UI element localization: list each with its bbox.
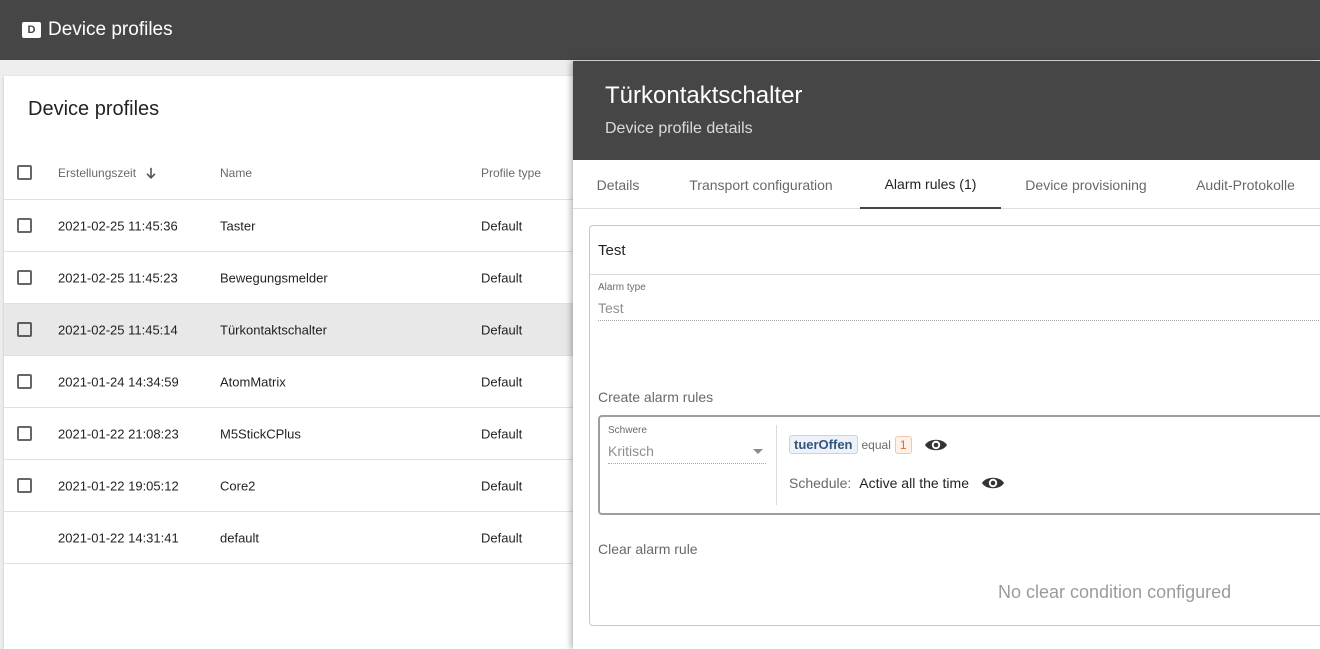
row-checkbox[interactable] xyxy=(17,218,32,233)
row-checkbox[interactable] xyxy=(17,270,32,285)
create-alarm-rules-label: Create alarm rules xyxy=(598,389,714,405)
cell-profile-type: Default xyxy=(481,426,523,441)
header-created-time[interactable]: Erstellungszeit xyxy=(58,165,157,179)
dropdown-arrow-icon[interactable] xyxy=(753,449,763,454)
tab-audit-logs[interactable]: Audit-Protokolle xyxy=(1171,160,1320,209)
row-checkbox[interactable] xyxy=(17,426,32,441)
sort-arrow-down-icon xyxy=(146,167,156,179)
cell-created-time: 2021-01-22 21:08:23 xyxy=(58,426,179,441)
details-panel: Türkontaktschalter Device profile detail… xyxy=(573,61,1320,649)
create-rule-row: Schwere Kritisch tuerOffen equal 1 Sched… xyxy=(598,415,1320,515)
tab-device-provisioning[interactable]: Device provisioning xyxy=(1001,160,1171,209)
cell-created-time: 2021-01-22 19:05:12 xyxy=(58,478,179,493)
device-profiles-list: Device profiles Erstellungszeit Name Pro… xyxy=(4,76,604,649)
cell-name: AtomMatrix xyxy=(220,374,286,389)
condition-value-chip: 1 xyxy=(894,435,912,454)
clear-alarm-rule-label: Clear alarm rule xyxy=(598,541,698,557)
alarm-name[interactable]: Test xyxy=(598,242,626,259)
table-row[interactable]: 2021-01-24 14:34:59 AtomMatrix Default xyxy=(4,356,604,408)
panel-title: Türkontaktschalter xyxy=(605,82,803,109)
cell-profile-type: Default xyxy=(481,478,523,493)
cell-profile-type: Default xyxy=(481,270,523,285)
tab-bar: Details Transport configuration Alarm ru… xyxy=(573,160,1320,209)
rule-schedule: Schedule: Active all the time xyxy=(789,475,1005,491)
schedule-label: Schedule: xyxy=(789,475,852,491)
cell-profile-type: Default xyxy=(481,530,523,545)
tab-alarm-rules[interactable]: Alarm rules (1) xyxy=(860,160,1001,209)
row-checkbox[interactable] xyxy=(17,478,32,493)
tab-transport-configuration[interactable]: Transport configuration xyxy=(663,160,859,209)
cell-name: Core2 xyxy=(220,478,256,493)
divider xyxy=(590,274,1320,275)
row-checkbox[interactable] xyxy=(17,374,32,389)
tab-details[interactable]: Details xyxy=(573,160,663,209)
view-schedule-eye-icon[interactable] xyxy=(981,475,1005,491)
schedule-value: Active all the time xyxy=(859,475,969,491)
cell-name: Bewegungsmelder xyxy=(220,270,328,285)
cell-created-time: 2021-02-25 11:45:36 xyxy=(58,218,178,233)
alarm-type-label: Alarm type xyxy=(598,282,646,293)
alarm-type-input[interactable]: Test xyxy=(598,300,624,316)
condition-operator: equal xyxy=(861,437,891,452)
panel-subtitle: Device profile details xyxy=(605,120,753,137)
cell-name: Türkontaktschalter xyxy=(220,322,327,337)
top-toolbar: D Device profiles xyxy=(0,0,1320,60)
cell-profile-type: Default xyxy=(481,374,523,389)
table-row[interactable]: 2021-02-25 11:45:14 Türkontaktschalter Def… xyxy=(4,304,604,356)
cell-created-time: 2021-01-24 14:34:59 xyxy=(58,374,179,389)
rule-condition: tuerOffen equal 1 xyxy=(789,435,948,454)
table-header: Erstellungszeit Name Profile type xyxy=(4,146,604,200)
severity-underline xyxy=(608,463,766,464)
severity-label: Schwere xyxy=(608,425,647,436)
panel-header: Türkontaktschalter Device profile detail… xyxy=(573,61,1320,160)
table-row[interactable]: 2021-01-22 19:05:12 Core2 Default xyxy=(4,460,604,512)
table-row[interactable]: 2021-01-22 21:08:23 M5StickCPlus Default xyxy=(4,408,604,460)
table-row[interactable]: 2021-01-22 14:31:41 default Default xyxy=(4,512,604,564)
app-title: Device profiles xyxy=(48,19,173,40)
table-row[interactable]: 2021-02-25 11:45:23 Bewegungsmelder Defaul… xyxy=(4,252,604,304)
alarm-rule-card: Test Alarm type Test Create alarm rules … xyxy=(589,225,1320,626)
view-condition-eye-icon[interactable] xyxy=(924,437,948,453)
device-profile-logo-icon: D xyxy=(22,22,41,38)
no-clear-condition-text: No clear condition configured xyxy=(998,582,1232,602)
cell-name: Taster xyxy=(220,218,256,233)
cell-name: default xyxy=(220,530,260,545)
list-title: Device profiles xyxy=(28,98,160,120)
table-row[interactable]: 2021-02-25 11:45:36 Taster Default xyxy=(4,200,604,252)
header-profile-type[interactable]: Profile type xyxy=(481,166,541,180)
cell-created-time: 2021-01-22 14:31:41 xyxy=(58,530,179,545)
cell-created-time: 2021-02-25 11:45:14 xyxy=(58,322,178,337)
condition-key-chip: tuerOffen xyxy=(789,435,858,454)
alarm-type-underline xyxy=(598,320,1320,321)
cell-name: M5StickCPlus xyxy=(220,426,301,441)
row-checkbox[interactable] xyxy=(17,322,32,337)
severity-select[interactable]: Kritisch xyxy=(608,443,654,459)
divider xyxy=(776,425,777,505)
select-all-checkbox[interactable] xyxy=(17,165,32,180)
cell-profile-type: Default xyxy=(481,218,523,233)
header-name[interactable]: Name xyxy=(220,166,252,180)
cell-created-time: 2021-02-25 11:45:23 xyxy=(58,270,178,285)
cell-profile-type: Default xyxy=(481,322,523,337)
